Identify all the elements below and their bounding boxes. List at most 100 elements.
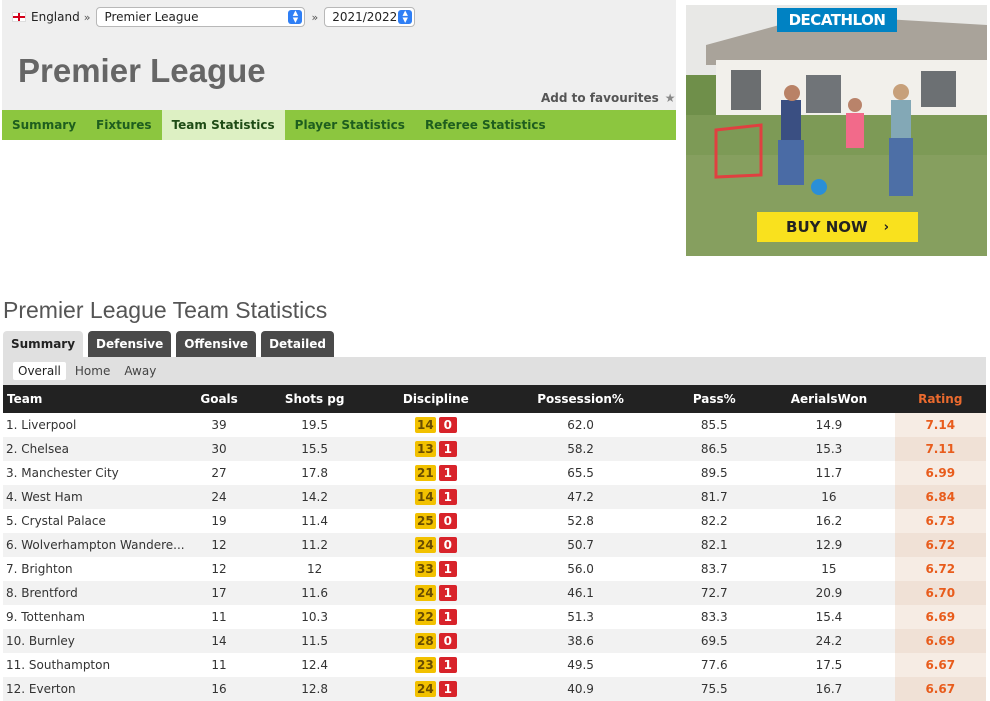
tab-stats-offensive[interactable]: Offensive (176, 331, 257, 357)
team-name-link[interactable]: 2. Chelsea (3, 437, 185, 461)
league-select[interactable]: Premier League ▲ ▼ (96, 7, 306, 27)
shots-cell: 15.5 (301, 442, 328, 456)
add-to-favourites-link[interactable]: Add to favourites ★ (541, 91, 676, 105)
discipline-cell: 25 0 (376, 509, 496, 533)
advertisement-banner[interactable]: DECATHLON BUY NOW › (686, 5, 987, 256)
yellow-card-count: 14 (414, 417, 436, 433)
rating-cell: 7.11 (894, 437, 986, 461)
table-header-row: Team Goals Shots pg Discipline Possessio… (3, 385, 986, 413)
col-header-rating[interactable]: Rating (895, 385, 986, 413)
rating-cell: 6.73 (894, 509, 986, 533)
team-name-link[interactable]: 6. Wolverhampton Wandere... (3, 533, 185, 557)
rating-cell: 6.84 (894, 485, 986, 509)
tab-referee-statistics[interactable]: Referee Statistics (415, 110, 556, 140)
filter-overall[interactable]: Overall (13, 362, 66, 380)
yellow-card-count: 24 (414, 681, 436, 697)
possession-cell: 50.7 (567, 538, 594, 552)
red-card-count: 1 (438, 585, 457, 601)
rating-cell: 6.69 (894, 605, 986, 629)
discipline-cell: 24 1 (376, 581, 496, 605)
shots-cell: 17.8 (301, 466, 328, 480)
tab-summary[interactable]: Summary (2, 110, 86, 140)
rating-cell: 6.72 (894, 533, 986, 557)
shots-cell: 12 (307, 562, 323, 576)
discipline-cell: 24 1 (376, 677, 496, 701)
buy-now-button[interactable]: BUY NOW › (757, 212, 918, 242)
aerials-cell: 15.3 (815, 442, 843, 456)
shots-cell: 11.4 (301, 514, 328, 528)
rating-cell: 7.14 (894, 413, 986, 437)
discipline-cell: 14 0 (376, 413, 496, 437)
tab-stats-defensive[interactable]: Defensive (88, 331, 172, 357)
shots-cell: 19.5 (301, 418, 328, 432)
team-name-link[interactable]: 4. West Ham (3, 485, 185, 509)
red-card-count: 0 (438, 513, 457, 529)
team-name-link[interactable]: 5. Crystal Palace (3, 509, 185, 533)
tab-stats-detailed[interactable]: Detailed (261, 331, 334, 357)
tab-fixtures[interactable]: Fixtures (86, 110, 162, 140)
yellow-card-count: 24 (414, 585, 436, 601)
discipline-cell: 33 1 (376, 557, 496, 581)
table-row: 8. Brentford 17 11.6 24 1 46.1 72.7 20.9 6.70 (3, 581, 986, 605)
tab-stats-summary[interactable]: Summary (3, 331, 84, 357)
goals-cell: 24 (211, 490, 227, 504)
shots-cell: 10.3 (301, 610, 328, 624)
team-name-link[interactable]: 12. Everton (3, 677, 185, 701)
red-card-count: 1 (438, 465, 457, 481)
goals-cell: 11 (211, 610, 227, 624)
red-card-count: 0 (438, 633, 457, 649)
yellow-card-count: 21 (414, 465, 436, 481)
tab-team-statistics[interactable]: Team Statistics (161, 110, 285, 140)
ad-brand-logo: DECATHLON (777, 8, 897, 32)
table-row: 6. Wolverhampton Wandere... 12 11.2 24 0 50.7… (3, 533, 986, 557)
table-row: 9. Tottenham 11 10.3 22 1 51.3 83.3 15.4 6.69 (3, 605, 986, 629)
possession-cell: 65.5 (567, 466, 594, 480)
rating-cell: 6.99 (894, 461, 986, 485)
table-row: 7. Brighton 12 12 33 1 56.0 83.7 15 6.72 (3, 557, 986, 581)
pass-cell: 82.1 (700, 538, 728, 552)
possession-cell: 47.2 (567, 490, 594, 504)
filter-home[interactable]: Home (70, 362, 115, 380)
col-header-discipline[interactable]: Discipline (376, 385, 496, 413)
aerials-cell: 16.7 (815, 682, 843, 696)
table-row: 3. Manchester City 27 17.8 21 1 65.5 89.5 11.7 6… (3, 461, 986, 485)
col-header-team[interactable]: Team (3, 385, 185, 413)
team-name-link[interactable]: 1. Liverpool (3, 413, 185, 437)
breadcrumb-separator: » (83, 10, 91, 24)
col-header-pass[interactable]: Pass% (665, 385, 763, 413)
page-title: Premier League (18, 52, 266, 89)
pass-cell: 83.7 (700, 562, 728, 576)
col-header-possession[interactable]: Possession% (496, 385, 665, 413)
team-name-link[interactable]: 11. Southampton (3, 653, 185, 677)
yellow-card-count: 13 (414, 441, 436, 457)
possession-cell: 56.0 (567, 562, 594, 576)
goals-cell: 12 (211, 538, 227, 552)
pass-cell: 77.6 (700, 658, 728, 672)
tab-player-statistics[interactable]: Player Statistics (285, 110, 415, 140)
possession-cell: 51.3 (567, 610, 594, 624)
statistics-tabs: Summary Defensive Offensive Detailed (3, 331, 334, 357)
team-name-link[interactable]: 7. Brighton (3, 557, 185, 581)
table-row: 2. Chelsea 30 15.5 13 1 58.2 86.5 15.3 7.11 (3, 437, 986, 461)
season-select[interactable]: 2021/2022 ▲ ▼ (324, 7, 416, 27)
aerials-cell: 12.9 (815, 538, 843, 552)
pass-cell: 69.5 (700, 634, 728, 648)
col-header-aerials[interactable]: AerialsWon (763, 385, 894, 413)
team-name-link[interactable]: 9. Tottenham (3, 605, 185, 629)
yellow-card-count: 28 (414, 633, 436, 649)
pass-cell: 72.7 (700, 586, 728, 600)
col-header-goals[interactable]: Goals (185, 385, 254, 413)
possession-cell: 49.5 (567, 658, 594, 672)
team-name-link[interactable]: 10. Burnley (3, 629, 185, 653)
rating-cell: 6.69 (894, 629, 986, 653)
col-header-shots[interactable]: Shots pg (254, 385, 376, 413)
red-card-count: 0 (438, 537, 457, 553)
shots-cell: 12.4 (301, 658, 328, 672)
red-card-count: 1 (438, 561, 457, 577)
breadcrumb-country[interactable]: England (31, 10, 80, 24)
filter-away[interactable]: Away (119, 362, 161, 380)
team-name-link[interactable]: 3. Manchester City (3, 461, 185, 485)
goals-cell: 27 (211, 466, 227, 480)
team-name-link[interactable]: 8. Brentford (3, 581, 185, 605)
goals-cell: 39 (211, 418, 227, 432)
